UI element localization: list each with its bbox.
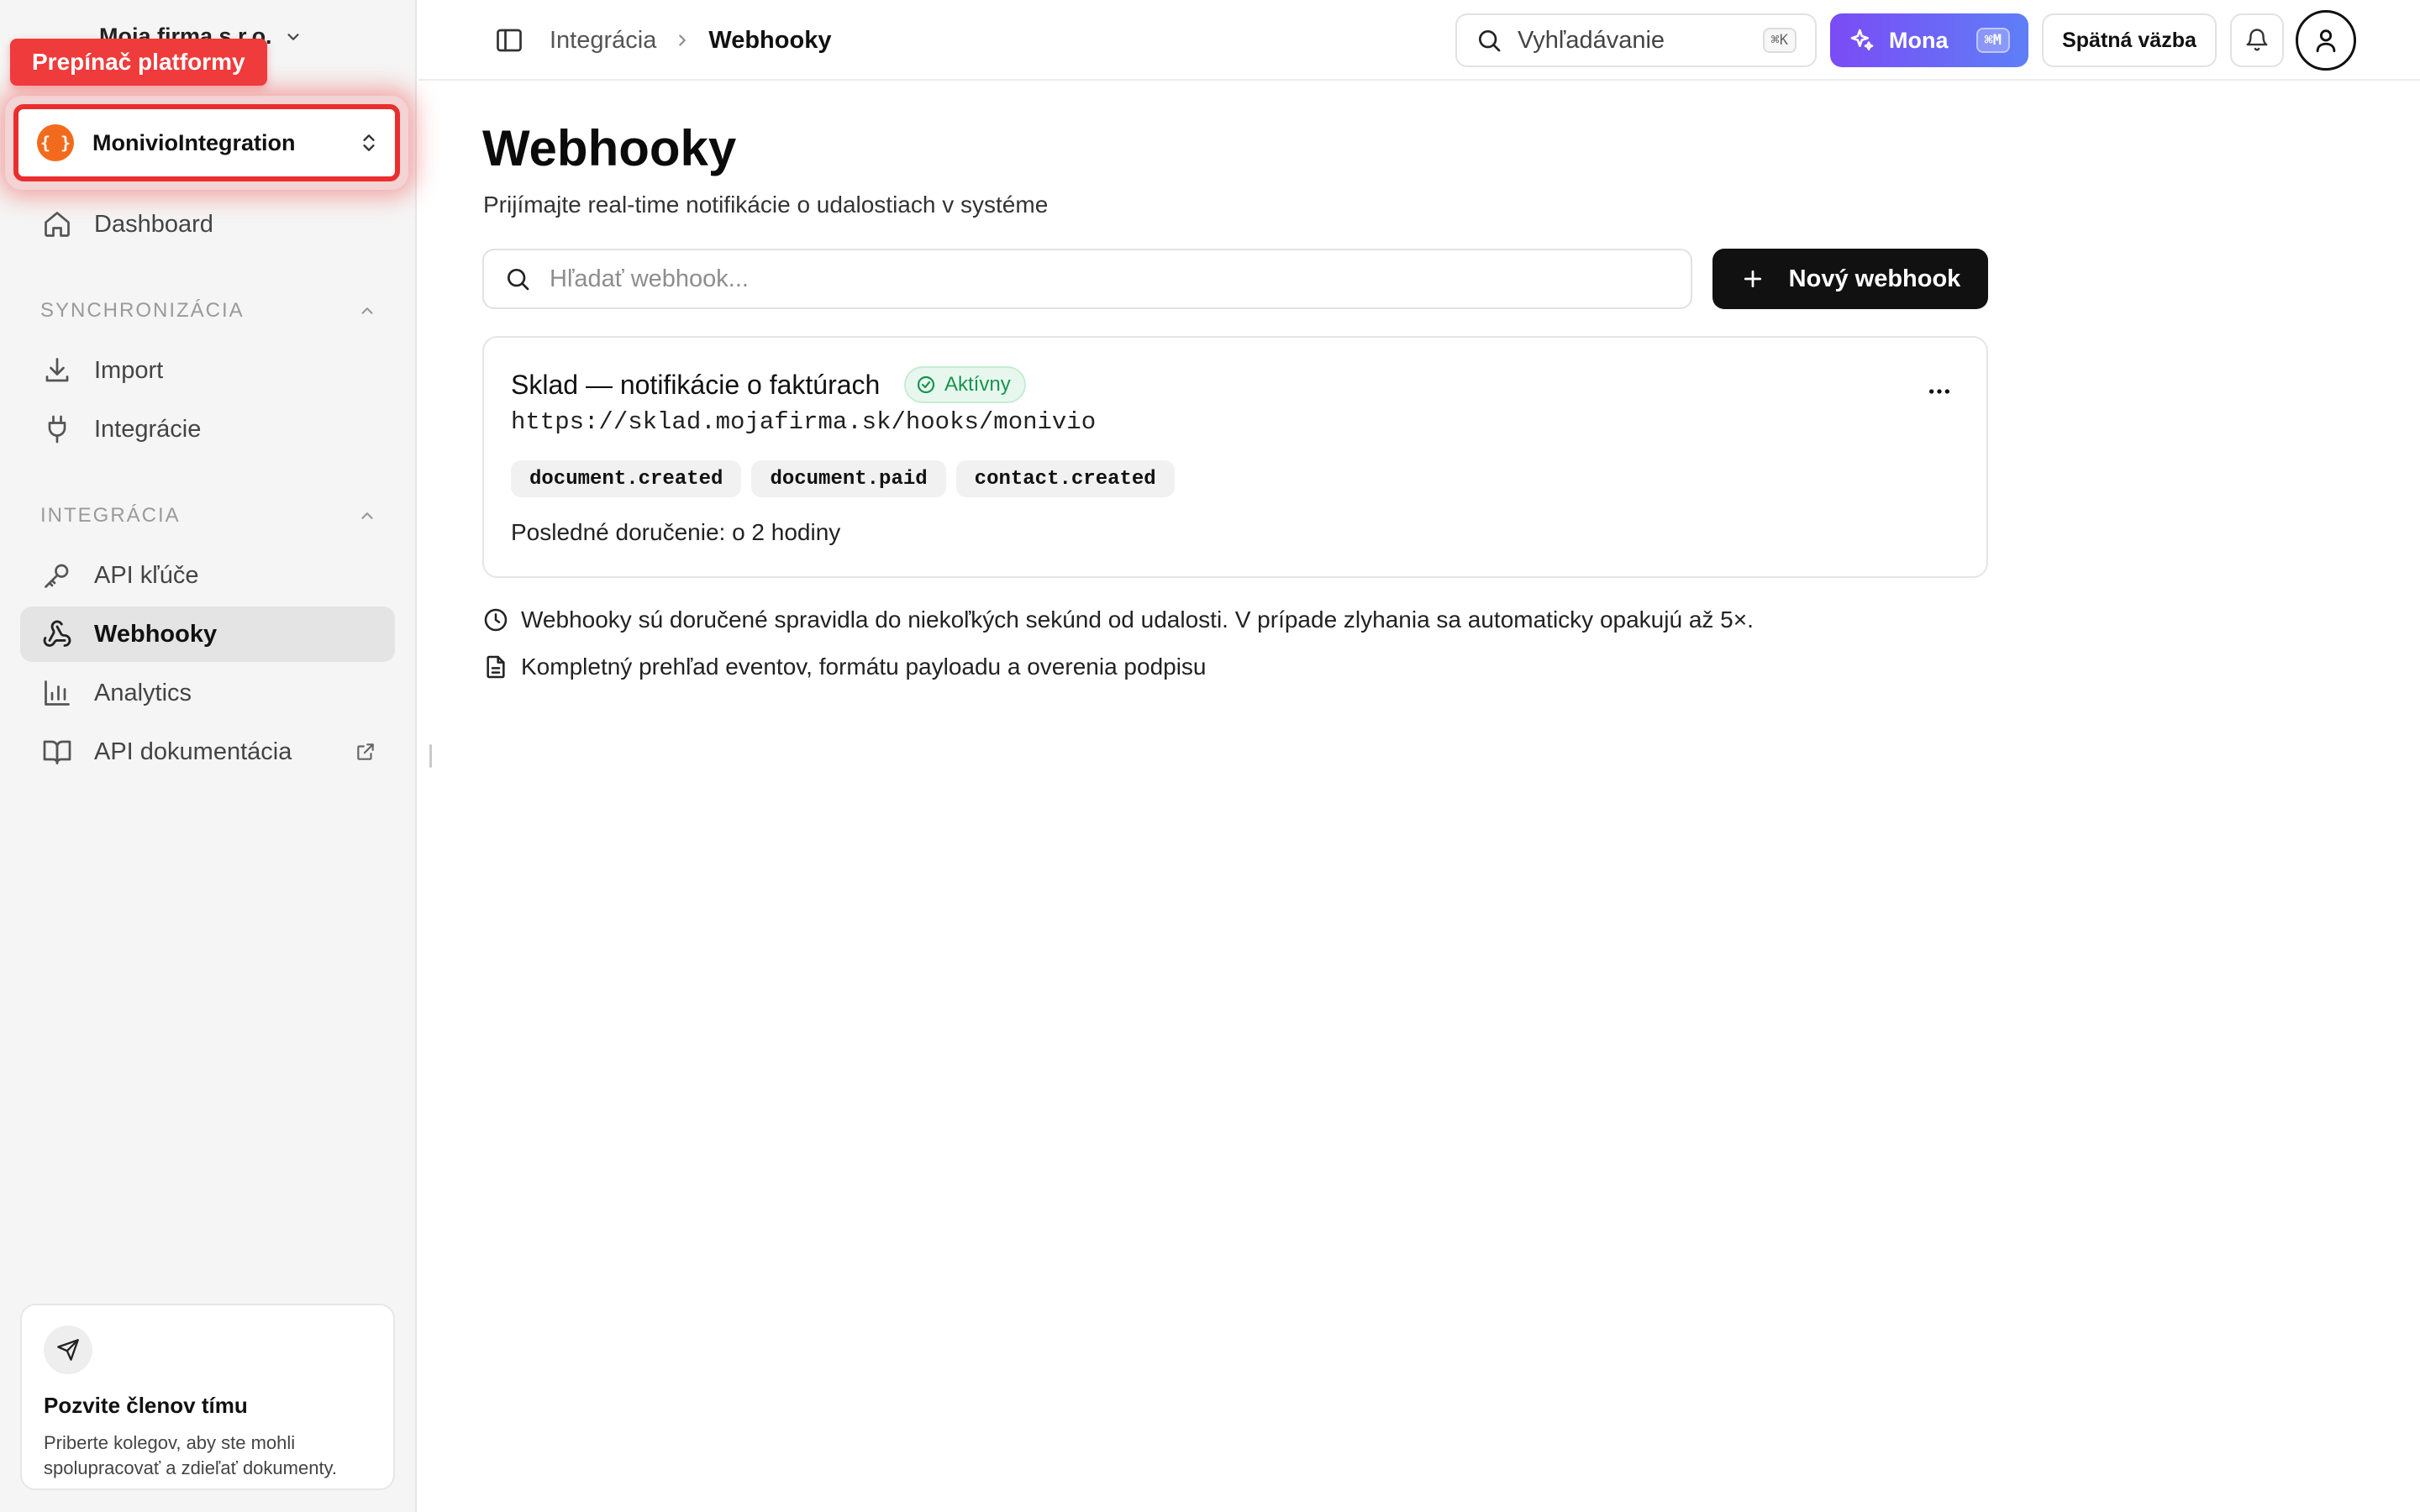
chevron-up-down-icon — [358, 132, 380, 154]
webhook-more-button[interactable] — [1916, 368, 1963, 415]
breadcrumb-item-current: Webhooky — [708, 26, 832, 54]
plus-icon — [1740, 266, 1765, 291]
docs-link[interactable]: Kompletný prehľad eventov, formátu paylo… — [482, 654, 1207, 680]
sidebar-item-analytics[interactable]: Analytics — [20, 665, 395, 721]
invite-text-line: Priberte kolegov, aby ste mohli — [44, 1432, 296, 1453]
chevron-up-icon — [358, 302, 376, 320]
sidebar-item-label: API kľúče — [94, 561, 199, 589]
send-icon — [44, 1326, 92, 1374]
sidebar-item-webhooks[interactable]: Webhooky — [20, 606, 395, 662]
sidebar-item-integracie[interactable]: Integrácie — [20, 402, 395, 457]
mona-shortcut: ⌘M — [1975, 28, 2010, 53]
webhook-url: https://sklad.mojafirma.sk/hooks/monivio — [511, 408, 1097, 436]
plug-icon — [40, 412, 74, 446]
delivery-info: Webhooky sú doručené spravidla do niekoľ… — [482, 606, 1754, 633]
notifications-button[interactable] — [2230, 13, 2284, 67]
user-avatar[interactable] — [2296, 10, 2356, 71]
page-title: Webhooky — [482, 120, 737, 176]
delivery-info-text: Webhooky sú doručené spravidla do niekoľ… — [521, 606, 1754, 633]
search-icon — [504, 265, 531, 292]
chevron-up-icon — [358, 507, 376, 525]
section-title: SYNCHRONIZÁCIA — [40, 299, 245, 322]
webhook-name: Sklad — notifikácie o faktúrach — [511, 370, 881, 400]
mona-label: Mona — [1889, 27, 1949, 53]
status-badge: Aktívny — [904, 366, 1026, 403]
platform-name: MonivioIntegration — [92, 129, 296, 155]
key-icon — [40, 559, 74, 592]
search-label: Vyhľadávanie — [1518, 26, 1665, 54]
sidebar-resize-handle[interactable] — [429, 744, 432, 768]
event-tag: document.created — [511, 460, 742, 497]
external-link-icon — [355, 741, 376, 763]
check-circle-icon — [916, 375, 936, 395]
sidebar-item-label: Dashboard — [94, 210, 213, 238]
breadcrumb: Integrácia Webhooky — [550, 0, 831, 81]
bar-chart-icon — [40, 676, 74, 710]
sparkles-icon — [1849, 27, 1876, 54]
document-icon — [482, 654, 509, 680]
section-title: INTEGRÁCIA — [40, 504, 181, 527]
sidebar-item-import[interactable]: Import — [20, 343, 395, 398]
event-tags: document.created document.paid contact.c… — [511, 460, 1175, 497]
docs-link-text: Kompletný prehľad eventov, formátu paylo… — [521, 654, 1207, 680]
sidebar-item-label: Analytics — [94, 679, 192, 706]
more-horizontal-icon — [1926, 378, 1953, 405]
new-webhook-button[interactable]: Nový webhook — [1712, 249, 1988, 309]
sidebar-item-dashboard[interactable]: Dashboard — [20, 197, 395, 252]
breadcrumb-item-integracia[interactable]: Integrácia — [550, 27, 656, 55]
status-label: Aktívny — [944, 373, 1011, 396]
global-search[interactable]: Vyhľadávanie ⌘K — [1455, 13, 1817, 67]
sidebar-item-api-docs[interactable]: API dokumentácia — [20, 724, 395, 780]
chevron-right-icon — [673, 31, 692, 50]
clock-icon — [482, 606, 509, 633]
feedback-button[interactable]: Spätná väzba — [2042, 13, 2217, 67]
sidebar-item-api-keys[interactable]: API kľúče — [20, 548, 395, 603]
sidebar-toggle-button[interactable] — [494, 25, 524, 55]
webhook-search[interactable] — [482, 249, 1692, 309]
sidebar: Moja firma s.r.o. Prepínač platformy { }… — [0, 0, 417, 1512]
webhook-search-input[interactable] — [550, 265, 1670, 293]
last-delivery: Posledné doručenie: o 2 hodiny — [511, 519, 841, 545]
page-subtitle: Prijímajte real-time notifikácie o udalo… — [483, 192, 1049, 218]
section-synchronizacia[interactable]: SYNCHRONIZÁCIA — [40, 299, 376, 323]
sidebar-item-label: Webhooky — [94, 620, 218, 648]
platform-logo: { } — [37, 124, 74, 161]
invite-title: Pozvite členov tímu — [44, 1393, 248, 1418]
invite-text-line: spolupracovať a zdieľať dokumenty. — [44, 1457, 338, 1478]
search-shortcut: ⌘K — [1762, 28, 1797, 53]
platform-switcher[interactable]: { } MonivioIntegration — [13, 104, 400, 181]
sidebar-item-label: API dokumentácia — [94, 738, 292, 765]
event-tag: document.paid — [751, 460, 946, 497]
webhook-icon — [40, 617, 74, 651]
invite-text: Priberte kolegov, aby ste mohli spolupra… — [44, 1431, 371, 1481]
invite-team-card[interactable]: Pozvite členov tímu Priberte kolegov, ab… — [20, 1304, 395, 1490]
download-icon — [40, 354, 74, 387]
chevron-down-icon — [284, 28, 302, 46]
book-icon — [40, 735, 74, 769]
platform-switcher-tooltip: Prepínač platformy — [10, 39, 267, 86]
user-icon — [2312, 26, 2340, 55]
event-tag: contact.created — [955, 460, 1175, 497]
section-integracia[interactable]: INTEGRÁCIA — [40, 504, 376, 528]
mona-ai-button[interactable]: Mona ⌘M — [1830, 13, 2028, 67]
home-icon — [40, 207, 74, 241]
new-webhook-label: Nový webhook — [1788, 265, 1961, 292]
sidebar-item-label: Integrácie — [94, 415, 202, 443]
webhook-card[interactable]: Sklad — notifikácie o faktúrach Aktívny … — [482, 336, 1988, 578]
bell-icon — [2244, 28, 2270, 53]
sidebar-item-label: Import — [94, 356, 164, 384]
search-icon — [1476, 27, 1502, 54]
